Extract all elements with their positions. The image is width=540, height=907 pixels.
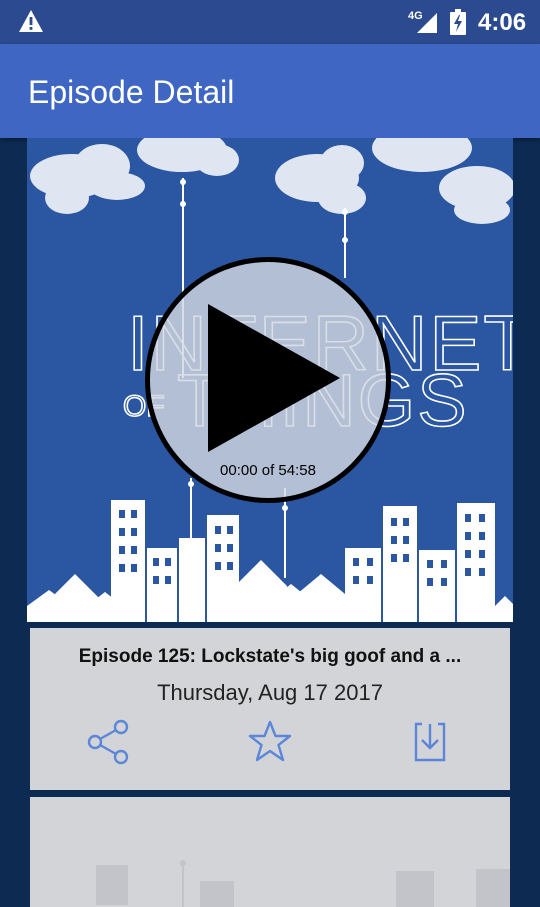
episode-date: Thursday, Aug 17 2017 bbox=[157, 680, 383, 705]
app-bar: Episode Detail bbox=[0, 44, 540, 138]
page-title: Episode Detail bbox=[28, 74, 235, 110]
status-bar: 4G 4:06 bbox=[0, 0, 540, 44]
playback-time: 00:00 of 54:58 bbox=[220, 462, 316, 479]
download-icon bbox=[414, 722, 446, 762]
signal-icon bbox=[417, 13, 437, 33]
next-episode-card[interactable] bbox=[30, 797, 510, 907]
episode-info-card: Episode 125: Lockstate's big goof and a … bbox=[30, 628, 510, 790]
battery-icon bbox=[450, 9, 466, 35]
play-icon bbox=[208, 304, 340, 452]
play-button[interactable]: 00:00 of 54:58 bbox=[145, 257, 391, 503]
download-button[interactable] bbox=[406, 718, 454, 766]
next-card-artwork bbox=[96, 860, 510, 907]
episode-title: Episode 125: Lockstate's big goof and a … bbox=[78, 646, 462, 667]
share-button[interactable] bbox=[85, 718, 133, 766]
warning-icon bbox=[19, 10, 43, 32]
share-icon bbox=[87, 719, 129, 765]
clock: 4:06 bbox=[478, 9, 527, 36]
star-icon bbox=[248, 720, 292, 762]
favorite-button[interactable] bbox=[246, 718, 294, 766]
